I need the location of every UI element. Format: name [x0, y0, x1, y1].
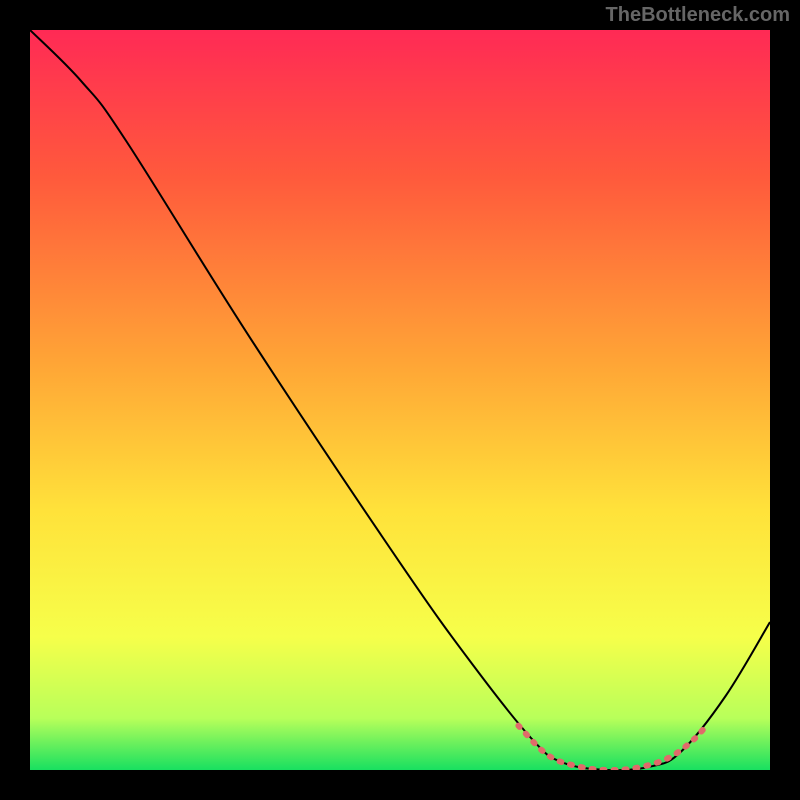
chart-area: [30, 30, 770, 770]
gradient-background: [30, 30, 770, 770]
chart-svg: [30, 30, 770, 770]
watermark-text: TheBottleneck.com: [606, 4, 790, 27]
